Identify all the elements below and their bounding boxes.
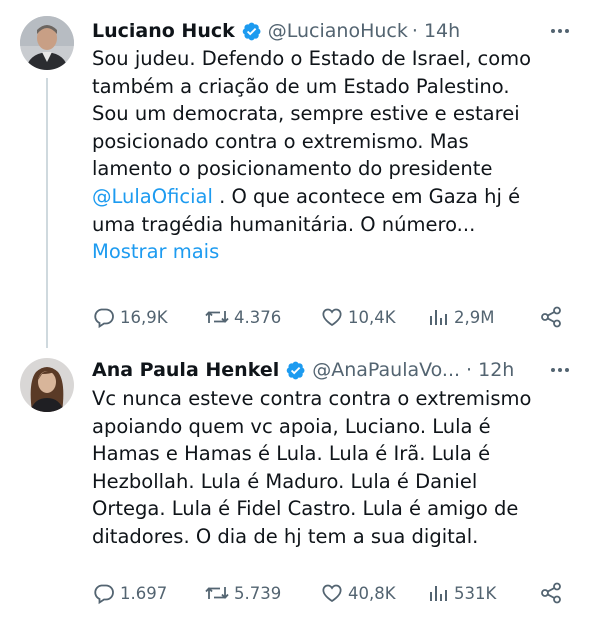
share-button[interactable] (538, 302, 564, 332)
more-options-icon[interactable] (548, 19, 572, 43)
text-line: posicionado contra o extremismo. Mas (92, 129, 469, 153)
thread-connector-line (46, 78, 48, 348)
verified-badge-icon (242, 22, 261, 40)
share-button[interactable] (538, 578, 564, 608)
text-line: lamento o posicionamento do presidente (92, 157, 493, 181)
reply-count: 1.697 (120, 583, 168, 603)
text-fragment: . O que acontece em Gaza hj é (212, 184, 521, 208)
like-icon (322, 584, 342, 603)
share-icon (541, 306, 561, 328)
views-button[interactable]: 531K (428, 578, 496, 608)
text-line: apoiando quem vc apoia, Luciano. Lula é (92, 414, 491, 438)
author-handle[interactable]: @AnaPaulaVo... (312, 359, 460, 381)
retweet-icon (205, 311, 229, 323)
text-line: @LulaOficial . O que acontece em Gaza hj… (92, 183, 572, 211)
reply-icon (94, 308, 114, 329)
verified-badge-icon (286, 361, 305, 379)
tweet-luciano-huck[interactable]: Luciano Huck @LucianoHuck · 14h Sou jude… (0, 0, 596, 350)
like-count: 40,8K (348, 583, 396, 603)
tweet-time[interactable]: · 12h (466, 359, 514, 381)
more-options-icon[interactable] (548, 358, 572, 382)
reply-count: 16,9K (120, 307, 168, 327)
text-line: Vc nunca esteve contra contra o extremis… (92, 387, 532, 410)
like-icon (322, 308, 342, 327)
tweet-time[interactable]: · 14h (412, 20, 460, 42)
views-button[interactable]: 2,9M (428, 302, 494, 332)
tweet-text: Vc nunca esteve contra contra o extremis… (92, 385, 572, 551)
share-icon (541, 582, 561, 604)
text-line: ditadores. O dia de hj tem a sua digital… (92, 524, 479, 548)
like-count: 10,4K (348, 307, 396, 327)
text-line: Sou judeu. Defendo o Estado de Israel, c… (92, 47, 532, 70)
tweet-text: Sou judeu. Defendo o Estado de Israel, c… (92, 45, 572, 266)
avatar[interactable] (20, 16, 74, 70)
author-name[interactable]: Luciano Huck (92, 20, 235, 42)
show-more-link[interactable]: Mostrar mais (92, 238, 572, 266)
reply-icon (94, 584, 114, 605)
tweet-actions: 1.697 5.739 40,8K 531K (92, 578, 576, 608)
text-line: Sou um democrata, sempre estive e estare… (92, 102, 520, 126)
avatar[interactable] (20, 358, 74, 412)
tweet-header: Luciano Huck @LucianoHuck · 14h (92, 16, 572, 46)
retweet-count: 5.739 (234, 583, 282, 603)
views-icon (430, 586, 447, 601)
text-line: Hamas e Hamas é Lula. Lula é Irã. Lula é (92, 442, 491, 466)
retweet-icon (205, 587, 229, 599)
tweet-header: Ana Paula Henkel @AnaPaulaVo... · 12h (92, 355, 572, 385)
text-line: também a criação de um Estado Palestino. (92, 74, 510, 98)
view-count: 2,9M (454, 307, 495, 327)
views-icon (430, 310, 447, 325)
timeline: Luciano Huck @LucianoHuck · 14h Sou jude… (0, 0, 596, 628)
reply-button[interactable]: 1.697 (92, 578, 167, 608)
author-handle[interactable]: @LucianoHuck (268, 20, 408, 42)
reply-button[interactable]: 16,9K (92, 302, 168, 332)
like-button[interactable]: 40,8K (320, 578, 396, 608)
text-line: Hezbollah. Lula é Maduro. Lula é Daniel (92, 469, 478, 493)
view-count: 531K (454, 583, 497, 603)
text-line: Ortega. Lula é Fidel Castro. Lula é amig… (92, 497, 519, 521)
text-line: uma tragédia humanitária. O número... (92, 212, 476, 236)
retweet-button[interactable]: 5.739 (204, 578, 281, 608)
author-name[interactable]: Ana Paula Henkel (92, 359, 279, 381)
like-button[interactable]: 10,4K (320, 302, 396, 332)
tweet-actions: 16,9K 4.376 10,4K 2,9M (92, 302, 576, 332)
retweet-count: 4.376 (234, 307, 282, 327)
retweet-button[interactable]: 4.376 (204, 302, 281, 332)
tweet-ana-paula-henkel[interactable]: Ana Paula Henkel @AnaPaulaVo... · 12h Vc… (0, 350, 596, 628)
mention-link[interactable]: @LulaOficial (92, 185, 213, 208)
